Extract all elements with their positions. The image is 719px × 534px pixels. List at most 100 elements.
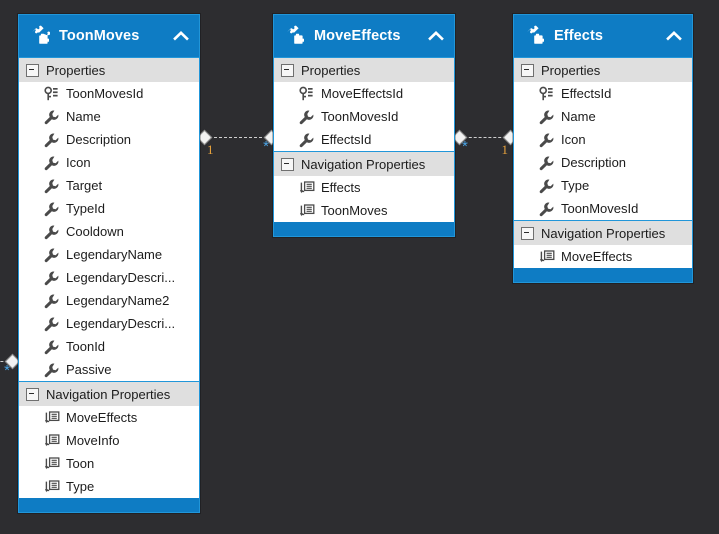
- navigation-property-icon: [298, 203, 315, 219]
- property-label: LegendaryName: [66, 247, 163, 262]
- key-icon: [43, 86, 60, 102]
- association-multiplicity-source: *: [462, 138, 468, 155]
- property-row[interactable]: MoveEffects: [514, 245, 692, 268]
- entity-icon: [283, 25, 305, 47]
- property-row[interactable]: Description: [19, 128, 199, 151]
- edmx-design-surface[interactable]: 1 * * 1 * ToonMoves Properties ToonMoves…: [0, 0, 719, 534]
- property-row[interactable]: ToonId: [19, 335, 199, 358]
- association-line: [204, 137, 272, 138]
- association-offscreen-left[interactable]: *: [0, 350, 21, 379]
- property-row[interactable]: LegendaryDescri...: [19, 312, 199, 335]
- property-row[interactable]: Description: [514, 151, 692, 174]
- section-header-navigation-properties[interactable]: Navigation Properties: [274, 151, 454, 176]
- property-row[interactable]: Icon: [514, 128, 692, 151]
- collapse-box-icon[interactable]: [26, 387, 39, 401]
- navigation-property-icon: [43, 433, 60, 449]
- collapse-box-icon[interactable]: [26, 63, 39, 77]
- property-label: Name: [561, 109, 596, 124]
- scalar-property-icon: [43, 109, 60, 125]
- property-row[interactable]: EffectsId: [514, 82, 692, 105]
- scalar-property-icon: [43, 270, 60, 286]
- property-row[interactable]: ToonMovesId: [274, 105, 454, 128]
- property-row[interactable]: TypeId: [19, 197, 199, 220]
- property-row[interactable]: MoveInfo: [19, 429, 199, 452]
- section-header-navigation-properties[interactable]: Navigation Properties: [514, 220, 692, 245]
- property-row[interactable]: MoveEffects: [19, 406, 199, 429]
- navigation-property-list: Effects ToonMoves: [274, 176, 454, 222]
- navigation-property-icon: [538, 249, 555, 265]
- scalar-property-icon: [43, 362, 60, 378]
- association-multiplicity-target: *: [263, 138, 269, 155]
- property-row[interactable]: Type: [514, 174, 692, 197]
- scalar-property-icon: [298, 132, 315, 148]
- property-label: LegendaryDescri...: [66, 316, 176, 331]
- chevron-up-icon[interactable]: [171, 26, 191, 46]
- association-multiplicity-source: *: [4, 362, 10, 379]
- property-row[interactable]: MoveEffectsId: [274, 82, 454, 105]
- entity-title: Effects: [554, 28, 604, 44]
- property-row[interactable]: LegendaryName2: [19, 289, 199, 312]
- property-row[interactable]: ToonMovesId: [19, 82, 199, 105]
- scalar-property-icon: [43, 178, 60, 194]
- property-label: LegendaryName2: [66, 293, 170, 308]
- scalar-property-icon: [298, 109, 315, 125]
- entity-header[interactable]: Effects: [514, 15, 692, 57]
- entity-header[interactable]: MoveEffects: [274, 15, 454, 57]
- property-label: EffectsId: [321, 132, 372, 147]
- property-label: MoveEffectsId: [321, 86, 404, 101]
- property-row[interactable]: ToonMovesId: [514, 197, 692, 220]
- entity-icon: [523, 25, 545, 47]
- property-row[interactable]: Effects: [274, 176, 454, 199]
- property-row[interactable]: Name: [514, 105, 692, 128]
- property-row[interactable]: ToonMoves: [274, 199, 454, 222]
- collapse-box-icon[interactable]: [521, 63, 534, 77]
- property-row[interactable]: Toon: [19, 452, 199, 475]
- property-label: Toon: [66, 456, 95, 471]
- entity-moveeffects[interactable]: MoveEffects Properties MoveEffectsId Too…: [273, 14, 455, 237]
- property-list: ToonMovesId Name Description Icon Target…: [19, 82, 199, 381]
- chevron-up-icon[interactable]: [664, 26, 684, 46]
- scalar-property-icon: [43, 132, 60, 148]
- entity-footer: [19, 498, 199, 512]
- key-icon: [298, 86, 315, 102]
- navigation-property-icon: [298, 180, 315, 196]
- entity-toonmoves[interactable]: ToonMoves Properties ToonMovesId Name De…: [18, 14, 200, 513]
- association-moveeffects-effects[interactable]: * 1: [451, 126, 519, 157]
- section-header-properties[interactable]: Properties: [274, 57, 454, 82]
- property-row[interactable]: Name: [19, 105, 199, 128]
- section-label: Navigation Properties: [46, 386, 171, 402]
- entity-header[interactable]: ToonMoves: [19, 15, 199, 57]
- property-row[interactable]: Icon: [19, 151, 199, 174]
- scalar-property-icon: [538, 155, 555, 171]
- section-header-properties[interactable]: Properties: [514, 57, 692, 82]
- entity-title: ToonMoves: [59, 28, 140, 44]
- property-label: Cooldown: [66, 224, 124, 239]
- property-label: Type: [66, 479, 95, 494]
- scalar-property-icon: [43, 316, 60, 332]
- section-header-properties[interactable]: Properties: [19, 57, 199, 82]
- property-row[interactable]: Passive: [19, 358, 199, 381]
- scalar-property-icon: [538, 201, 555, 217]
- property-row[interactable]: EffectsId: [274, 128, 454, 151]
- association-toonmoves-moveeffects[interactable]: 1 *: [196, 126, 280, 157]
- scalar-property-icon: [43, 224, 60, 240]
- scalar-property-icon: [43, 247, 60, 263]
- collapse-box-icon[interactable]: [521, 226, 534, 240]
- property-label: MoveInfo: [66, 433, 120, 448]
- chevron-up-icon[interactable]: [426, 26, 446, 46]
- collapse-box-icon[interactable]: [281, 63, 294, 77]
- property-label: Type: [561, 178, 590, 193]
- collapse-box-icon[interactable]: [281, 157, 294, 171]
- entity-effects[interactable]: Effects Properties EffectsId Name Icon D…: [513, 14, 693, 283]
- property-row[interactable]: Type: [19, 475, 199, 498]
- section-header-navigation-properties[interactable]: Navigation Properties: [19, 381, 199, 406]
- property-label: Description: [66, 132, 132, 147]
- entity-footer: [514, 268, 692, 282]
- property-row[interactable]: LegendaryName: [19, 243, 199, 266]
- property-row[interactable]: LegendaryDescri...: [19, 266, 199, 289]
- property-row[interactable]: Target: [19, 174, 199, 197]
- property-label: Target: [66, 178, 103, 193]
- navigation-property-icon: [43, 410, 60, 426]
- section-label: Navigation Properties: [541, 225, 666, 241]
- property-row[interactable]: Cooldown: [19, 220, 199, 243]
